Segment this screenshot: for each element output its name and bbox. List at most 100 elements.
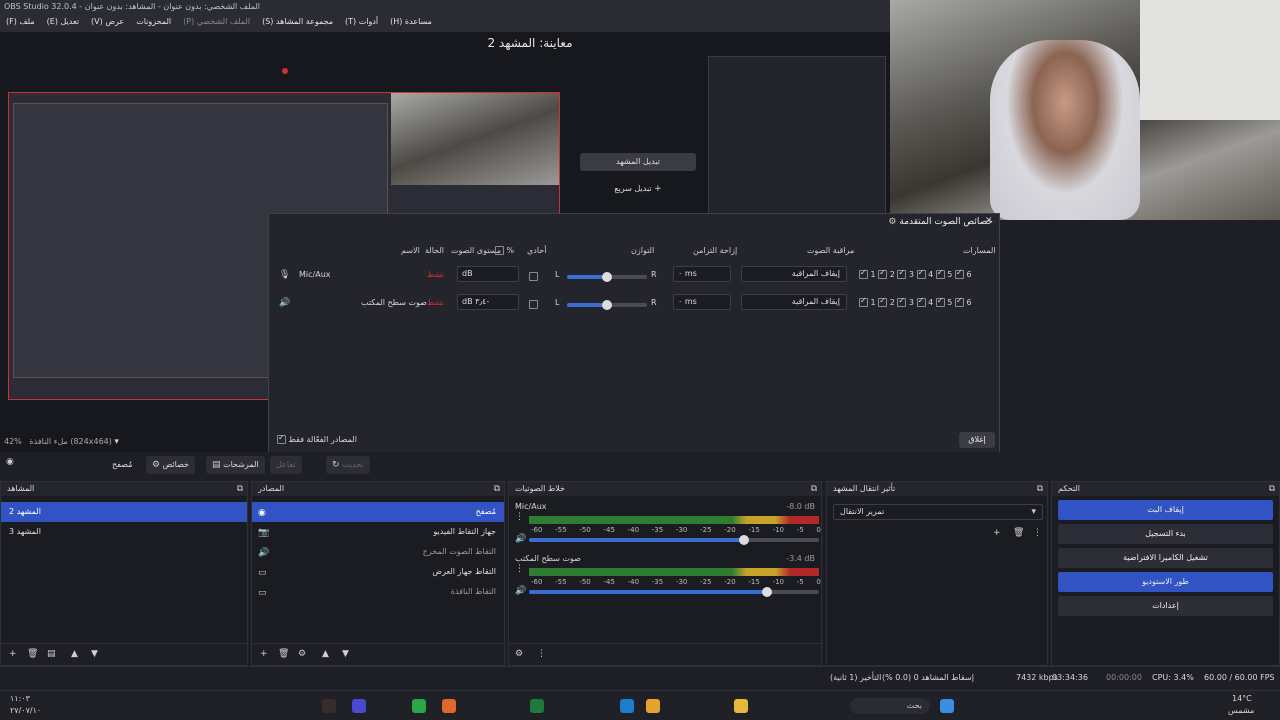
- balance-knob[interactable]: [602, 300, 612, 310]
- undock-icon[interactable]: ⧉: [494, 484, 500, 494]
- more-icon[interactable]: ⋮: [515, 564, 524, 574]
- filters-button[interactable]: ▤ المرشحات: [206, 456, 265, 474]
- source-item[interactable]: التقاط النافذة: [252, 582, 504, 602]
- active-only-checkbox[interactable]: [277, 433, 286, 444]
- more-icon[interactable]: ⋮: [515, 512, 524, 522]
- down-icon[interactable]: ▼: [91, 649, 98, 659]
- more-icon[interactable]: ⋮: [537, 649, 546, 659]
- volume-slider[interactable]: [529, 535, 819, 545]
- undock-icon[interactable]: ⧉: [1269, 484, 1275, 494]
- track-checkbox[interactable]: [859, 268, 868, 279]
- settings-button[interactable]: إعدادات: [1058, 596, 1273, 616]
- up-icon[interactable]: ▲: [322, 649, 329, 659]
- gear-icon[interactable]: ◉: [6, 457, 14, 467]
- up-icon[interactable]: ▲: [71, 649, 78, 659]
- sync-offset-input[interactable]: ٠ ms: [673, 266, 731, 282]
- swap-scene-button[interactable]: تبديل المشهد: [580, 153, 696, 171]
- mono-checkbox[interactable]: [529, 300, 538, 309]
- source-item[interactable]: التقاط جهاز العرض: [252, 562, 504, 582]
- interact-button[interactable]: تفاعل: [270, 456, 302, 474]
- trash-icon[interactable]: 🗑: [1013, 528, 1024, 538]
- header-percent-checkbox[interactable]: %: [495, 246, 514, 255]
- volume-input[interactable]: dB: [457, 266, 519, 282]
- undock-icon[interactable]: ⧉: [237, 484, 243, 494]
- more-icon[interactable]: ⋮: [1033, 528, 1042, 538]
- track-checkbox[interactable]: [916, 268, 926, 279]
- add-icon[interactable]: +: [993, 528, 1001, 538]
- menu-help[interactable]: مساعدة (H): [390, 17, 432, 29]
- virtual-camera-button[interactable]: تشغيل الكاميرا الافتراضية: [1058, 548, 1273, 568]
- edge-icon[interactable]: [620, 699, 634, 713]
- track-checkbox[interactable]: [878, 296, 888, 307]
- speaker-icon[interactable]: 🔊: [515, 586, 526, 596]
- chevron-down-icon[interactable]: ▾: [114, 437, 119, 447]
- app-icon[interactable]: [352, 699, 366, 713]
- filter-icon[interactable]: ▤: [47, 649, 56, 659]
- monitoring-select[interactable]: إيقاف المراقبة: [741, 266, 847, 282]
- track-checkbox[interactable]: [954, 296, 964, 307]
- mono-checkbox[interactable]: [529, 272, 538, 281]
- trash-icon[interactable]: 🗑: [278, 649, 289, 659]
- menu-file[interactable]: ملف (F): [6, 17, 35, 29]
- menu-scene-collection[interactable]: مجموعة المشاهد (S): [262, 17, 333, 29]
- obs-icon[interactable]: [322, 699, 336, 713]
- menu-profile[interactable]: الملف الشخصي (P): [183, 17, 250, 29]
- menu-view[interactable]: عرض (V): [91, 17, 124, 29]
- source-item[interactable]: جهاز التقاط الفيديو: [252, 522, 504, 542]
- plus-icon[interactable]: +: [654, 184, 662, 194]
- menu-docks[interactable]: المحزونات: [136, 17, 171, 29]
- track-checkbox[interactable]: [916, 296, 926, 307]
- balance-knob[interactable]: [602, 272, 612, 282]
- track-checkbox[interactable]: [859, 296, 868, 307]
- app-icon[interactable]: [442, 699, 456, 713]
- properties-button[interactable]: ⚙ خصائص: [146, 456, 195, 474]
- balance-right-label: R: [651, 298, 657, 307]
- scene-item[interactable]: المشهد 2: [1, 502, 247, 522]
- rotation-handle[interactable]: [282, 68, 288, 74]
- source-item[interactable]: مُصفح: [252, 502, 504, 522]
- speaker-icon[interactable]: 🔊: [515, 534, 526, 544]
- track-checkbox[interactable]: [878, 268, 888, 279]
- folder-icon[interactable]: [734, 699, 748, 713]
- excel-icon[interactable]: [530, 699, 544, 713]
- down-icon[interactable]: ▼: [342, 649, 349, 659]
- track-checkbox[interactable]: [954, 268, 964, 279]
- track-checkbox[interactable]: [897, 268, 907, 279]
- refresh-button[interactable]: ↻ تحديث: [326, 456, 370, 474]
- track-checkbox[interactable]: [935, 268, 945, 279]
- close-button[interactable]: إغلاق: [959, 432, 995, 448]
- trash-icon[interactable]: 🗑: [27, 649, 38, 659]
- menu-tools[interactable]: أدوات (T): [345, 17, 378, 29]
- volume-knob[interactable]: [739, 535, 749, 545]
- studio-mode-button[interactable]: طور الاستوديو: [1058, 572, 1273, 592]
- windows-start-icon[interactable]: [940, 699, 954, 713]
- track-checkbox[interactable]: [935, 296, 945, 307]
- volume-input[interactable]: dB ٣٫٤-: [457, 294, 519, 310]
- monitoring-select[interactable]: إيقاف المراقبة: [741, 294, 847, 310]
- volume-knob[interactable]: [762, 587, 772, 597]
- gear-icon[interactable]: ⚙: [515, 649, 523, 659]
- add-icon[interactable]: +: [9, 649, 17, 659]
- zoom-mode[interactable]: ملء النافذة (824x464): [29, 437, 111, 446]
- start-record-button[interactable]: بدء التسجيل: [1058, 524, 1273, 544]
- source-item[interactable]: التقاط الصوت المخرج: [252, 542, 504, 562]
- active-only-toggle[interactable]: المصادر الفعّالة فقط: [277, 433, 357, 444]
- add-icon[interactable]: +: [260, 649, 268, 659]
- undock-icon[interactable]: ⧉: [1037, 484, 1043, 494]
- balance-slider[interactable]: [567, 300, 647, 310]
- whatsapp-icon[interactable]: [412, 699, 426, 713]
- transition-select[interactable]: تمرير الانتقال ▾: [833, 504, 1043, 520]
- stop-stream-button[interactable]: إيقاف البث: [1058, 500, 1273, 520]
- gear-icon[interactable]: ⚙: [298, 649, 306, 659]
- track-checkbox[interactable]: [897, 296, 907, 307]
- menu-edit[interactable]: تعديل (E): [47, 17, 79, 29]
- balance-slider[interactable]: [567, 272, 647, 282]
- close-icon[interactable]: ✕: [985, 216, 993, 226]
- undock-icon[interactable]: ⧉: [811, 484, 817, 494]
- sync-offset-input[interactable]: ٠ ms: [673, 294, 731, 310]
- percent-checkbox[interactable]: [495, 246, 504, 255]
- search-box[interactable]: بحث: [850, 698, 930, 714]
- scene-item[interactable]: المشهد 3: [1, 522, 247, 542]
- volume-slider[interactable]: [529, 587, 819, 597]
- chrome-icon[interactable]: [646, 699, 660, 713]
